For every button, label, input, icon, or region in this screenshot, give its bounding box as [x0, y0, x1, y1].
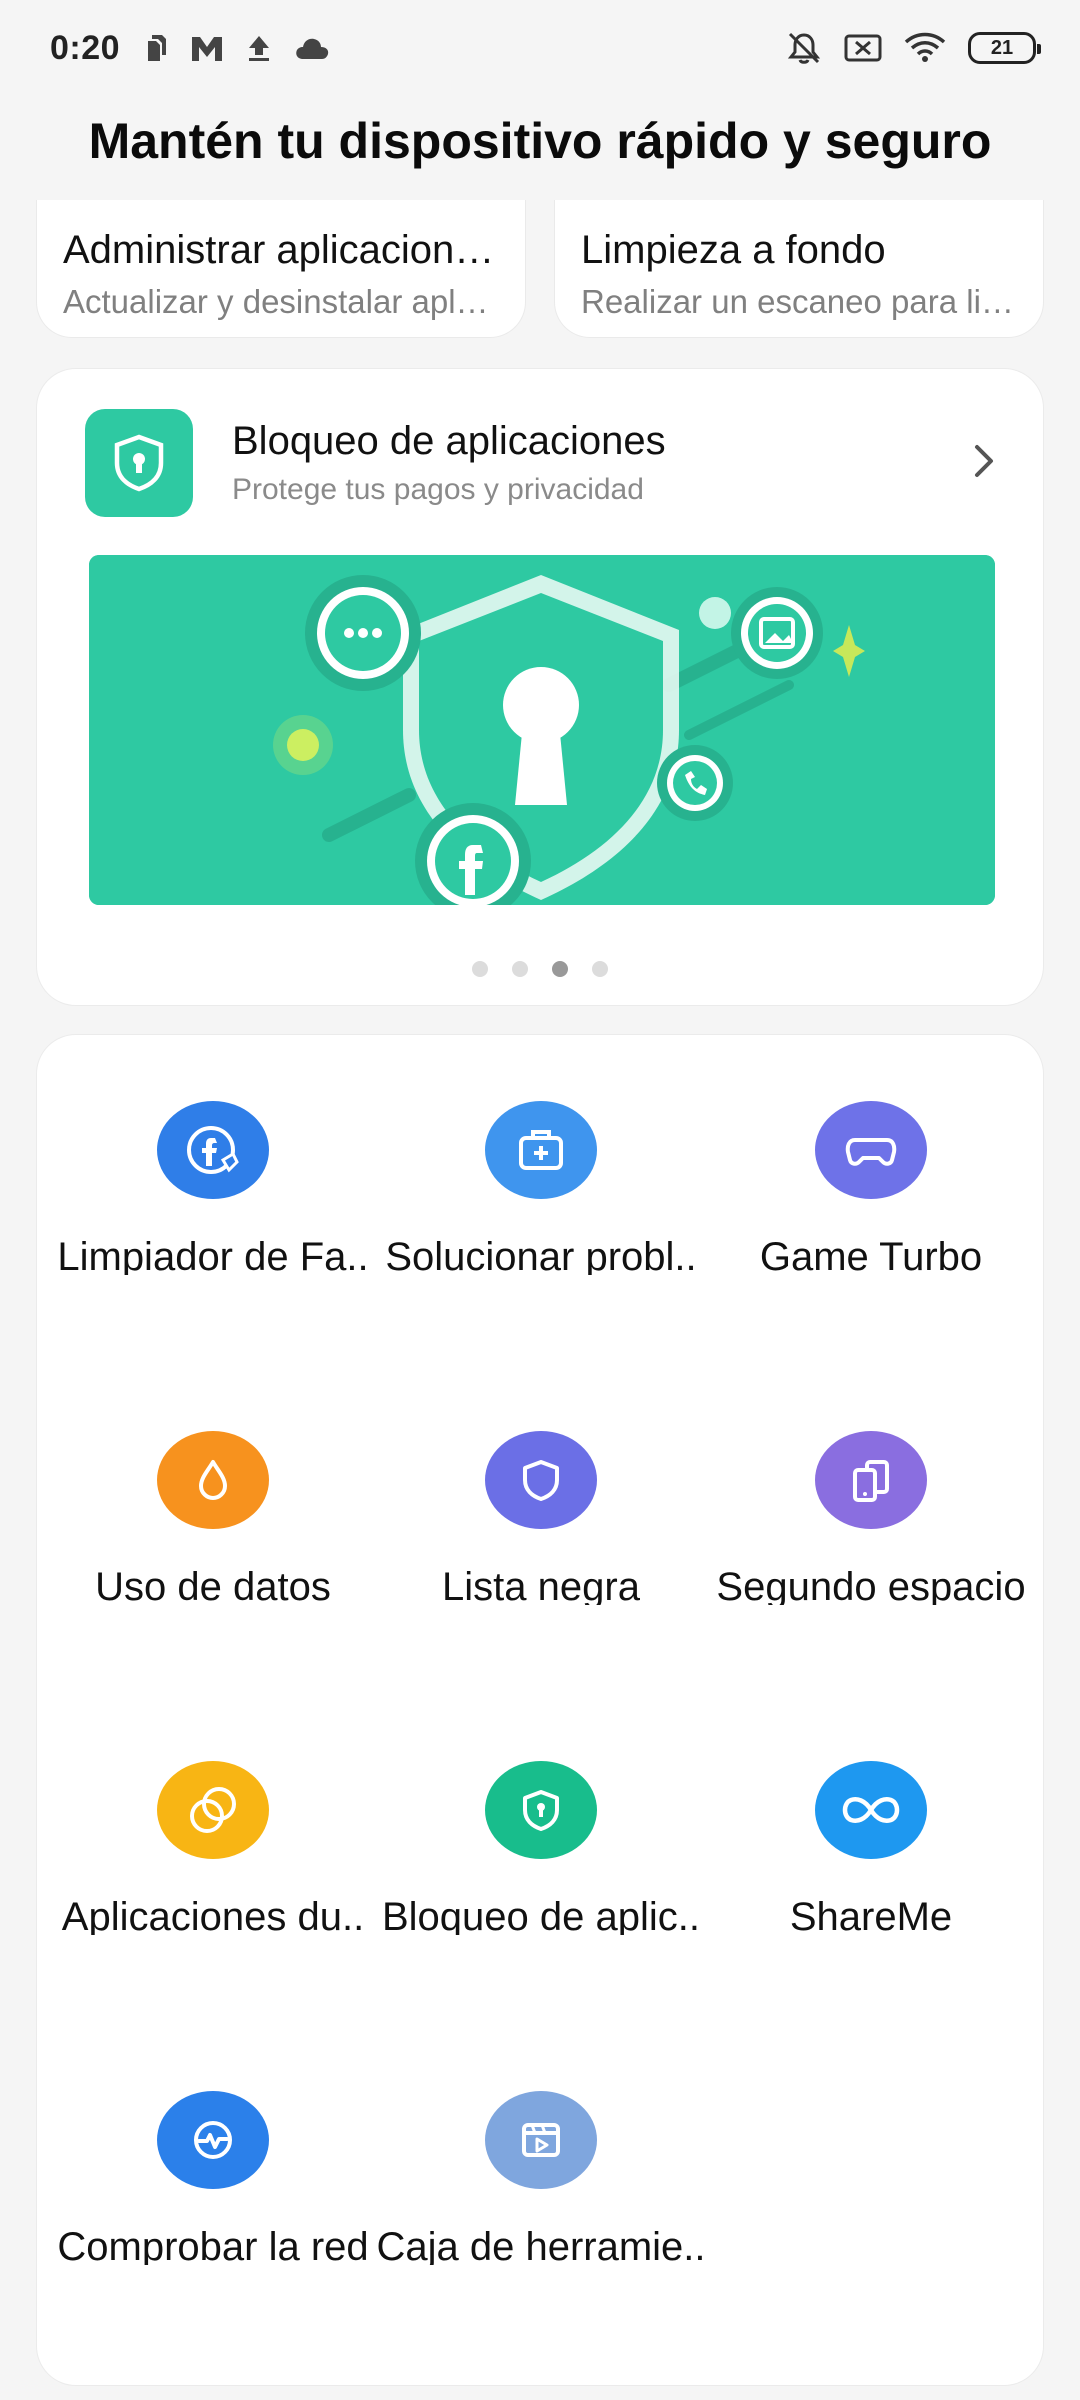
tools-grid-card: Limpiador de Fa.. Solucionar probl.. Gam… — [36, 1034, 1044, 2386]
status-bar-left: 0:20 — [50, 29, 330, 68]
banner-title: Bloqueo de aplicaciones — [232, 419, 666, 463]
tool-blacklist[interactable]: Lista negra — [376, 1365, 706, 1605]
shield-icon — [485, 1431, 597, 1530]
facebook-clean-icon — [157, 1101, 269, 1200]
tool-app-lock[interactable]: Bloqueo de aplic.. — [376, 1695, 706, 1935]
deep-clean-subtitle: Realizar un escaneo para li… — [581, 283, 1014, 320]
dual-circles-icon — [157, 1761, 269, 1860]
tool-label: Comprobar la red — [57, 2225, 369, 2265]
wifi-icon — [904, 32, 946, 64]
battery-level: 21 — [990, 36, 1014, 59]
tool-second-space[interactable]: Segundo espacio — [706, 1365, 1036, 1605]
tool-game-turbo[interactable]: Game Turbo — [706, 1035, 1036, 1275]
manage-apps-card[interactable]: Administrar aplicacion… Actualizar y des… — [36, 200, 526, 338]
app-lock-banner-card[interactable]: Bloqueo de aplicaciones Protege tus pago… — [36, 368, 1044, 1006]
page-dot-1[interactable] — [472, 961, 488, 977]
upload-icon — [246, 33, 272, 63]
sim-icon — [142, 33, 168, 63]
status-bar: 0:20 21 — [0, 0, 1080, 96]
tool-label: Uso de datos — [95, 1565, 331, 1605]
tool-label: Segundo espacio — [716, 1565, 1026, 1605]
page-dot-2[interactable] — [512, 961, 528, 977]
tool-troubleshoot[interactable]: Solucionar probl.. — [376, 1035, 706, 1275]
tool-shareme[interactable]: ShareMe — [706, 1695, 1036, 1935]
cloud-icon — [294, 35, 330, 61]
medkit-icon — [485, 1101, 597, 1200]
toolbox-icon — [485, 2091, 597, 2190]
shield-lock-icon — [485, 1761, 597, 1860]
page-dot-3[interactable] — [552, 961, 568, 977]
battery-icon: 21 — [968, 32, 1041, 64]
dual-phone-icon — [815, 1431, 927, 1530]
tool-label: Limpiador de Fa.. — [57, 1235, 369, 1275]
shield-lock-icon — [85, 409, 193, 517]
manage-apps-title: Administrar aplicacion… — [63, 228, 495, 272]
network-check-icon — [157, 2091, 269, 2190]
droplet-icon — [157, 1431, 269, 1530]
tool-label: Solucionar probl.. — [385, 1235, 697, 1275]
bell-muted-icon — [786, 30, 822, 66]
sim-off-icon — [844, 33, 882, 63]
gamepad-icon — [815, 1101, 927, 1200]
tool-label: Lista negra — [442, 1565, 640, 1605]
tool-label: Bloqueo de aplic.. — [381, 1895, 700, 1935]
tool-label: Game Turbo — [759, 1235, 983, 1275]
status-time: 0:20 — [50, 28, 121, 67]
tool-label: ShareMe — [789, 1895, 953, 1935]
chevron-right-icon[interactable] — [973, 441, 997, 486]
infinity-icon — [815, 1761, 927, 1860]
page-title: Mantén tu dispositivo rápido y seguro — [88, 113, 992, 169]
manage-apps-subtitle: Actualizar y desinstalar apl… — [63, 283, 489, 320]
tool-toolbox[interactable]: Caja de herramie.. — [376, 2025, 706, 2265]
banner-page-indicator — [37, 961, 1043, 977]
tool-label: Aplicaciones du.. — [61, 1895, 365, 1935]
deep-clean-title: Limpieza a fondo — [581, 228, 886, 272]
banner-subtitle: Protege tus pagos y privacidad — [232, 473, 644, 506]
tool-network-check[interactable]: Comprobar la red — [48, 2025, 378, 2265]
status-bar-right: 21 — [786, 30, 1041, 66]
m-logo-icon — [190, 33, 224, 63]
tool-label: Caja de herramie.. — [376, 2225, 706, 2265]
tool-data-usage[interactable]: Uso de datos — [48, 1365, 378, 1605]
page-dot-4[interactable] — [592, 961, 608, 977]
tool-dual-apps[interactable]: Aplicaciones du.. — [48, 1695, 378, 1935]
deep-clean-card[interactable]: Limpieza a fondo Realizar un escaneo par… — [554, 200, 1044, 338]
app-lock-illustration[interactable] — [89, 555, 995, 905]
tool-facebook-cleaner[interactable]: Limpiador de Fa.. — [48, 1035, 378, 1275]
